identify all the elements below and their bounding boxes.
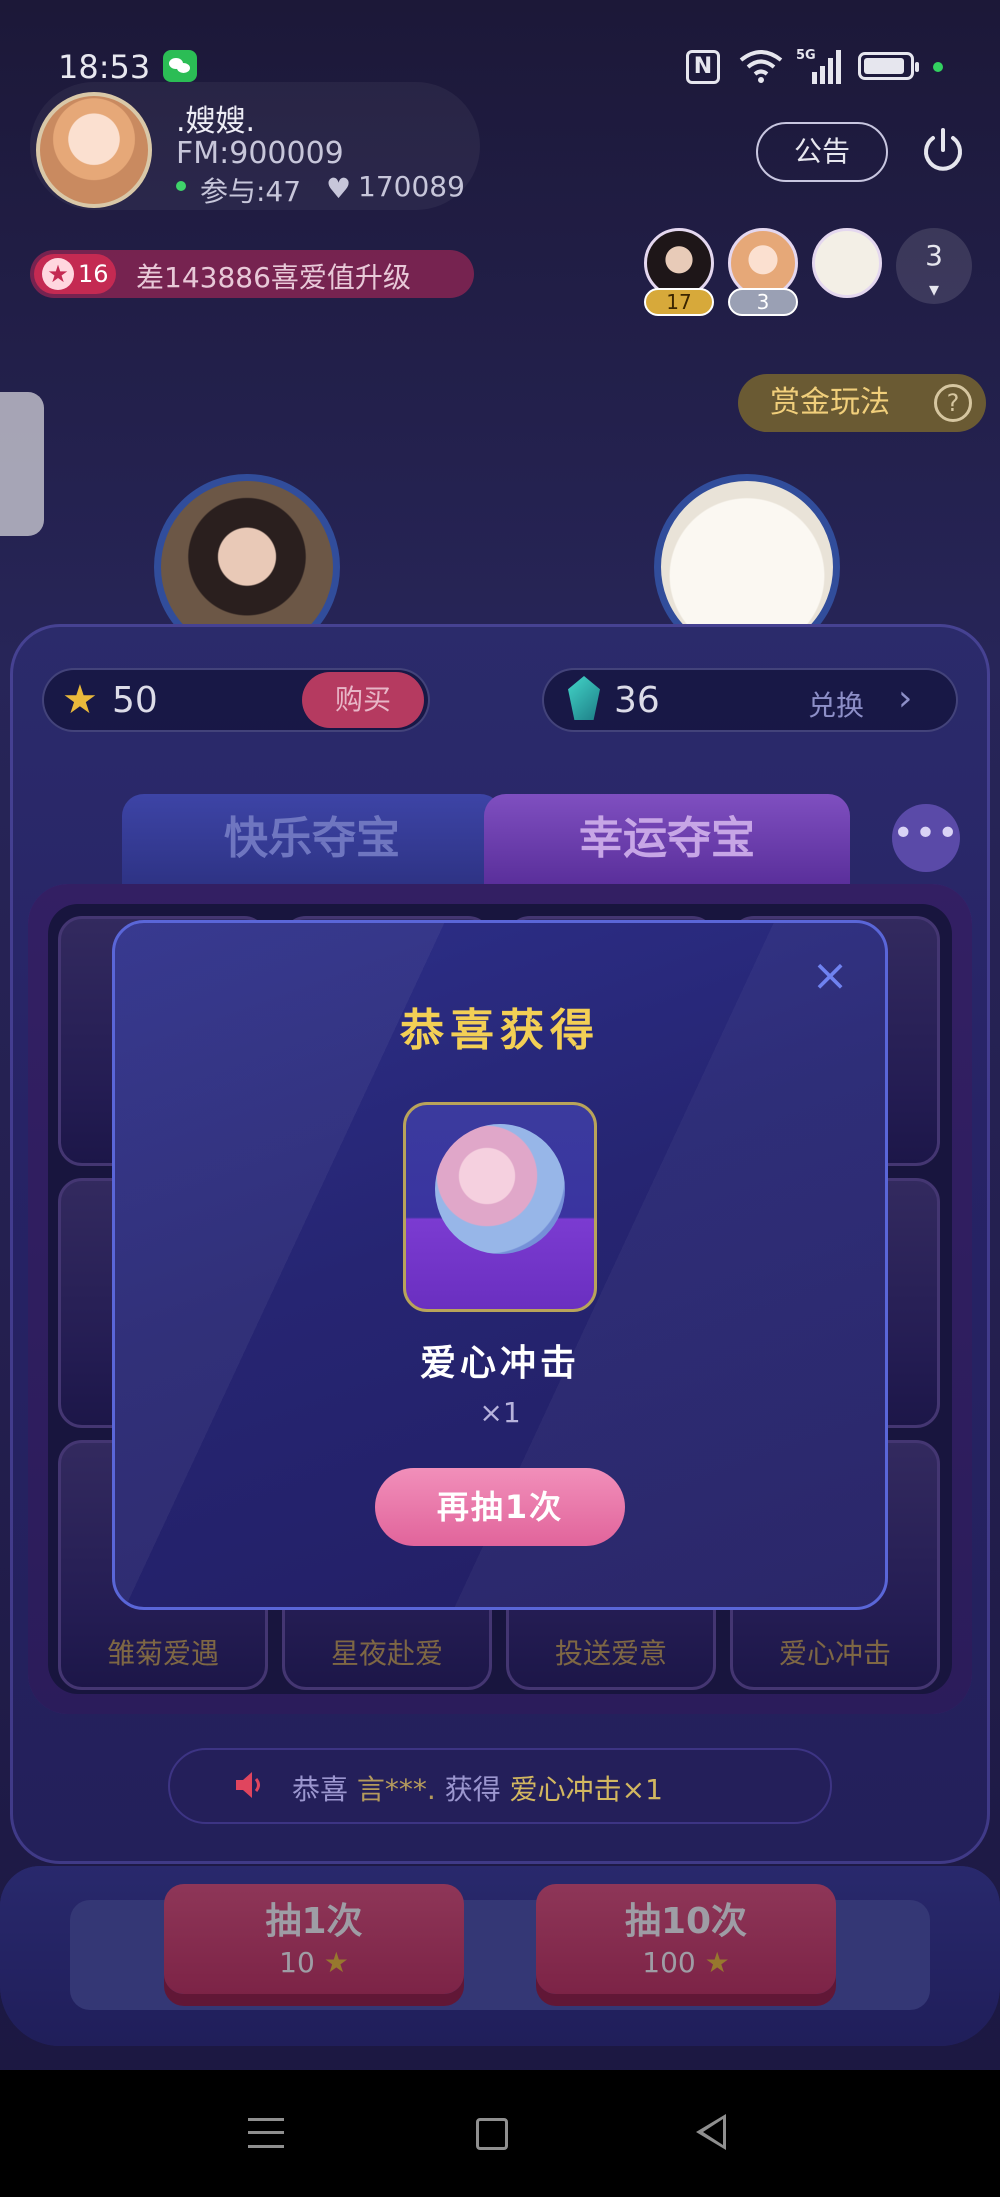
user-rank-badge: 17 — [644, 288, 714, 316]
machine-overlay — [0, 1866, 1000, 2046]
online-dot — [176, 181, 186, 191]
network-type: 5G — [796, 48, 816, 63]
host-name: .嫂嫂. — [176, 104, 256, 139]
wechat-icon — [163, 50, 197, 82]
signal-icon: 5G — [796, 48, 841, 84]
heat-count: 170089 — [358, 170, 465, 203]
charging-indicator — [933, 62, 943, 72]
star-icon: ★ — [42, 258, 74, 290]
help-icon[interactable]: ? — [934, 384, 972, 422]
side-drawer-handle[interactable] — [0, 392, 44, 536]
modal-title: 恭喜获得 — [400, 1005, 600, 1056]
online-more-count: 3 — [925, 239, 943, 272]
power-icon[interactable] — [918, 126, 968, 176]
home-icon[interactable] — [476, 2118, 508, 2150]
draw-again-button[interactable]: 再抽1次 — [375, 1468, 625, 1546]
online-user-avatar[interactable] — [812, 228, 882, 298]
user-rank-badge: 3 — [728, 288, 798, 316]
notice-button[interactable]: 公告 — [756, 122, 888, 182]
online-more-button[interactable]: 3 ▾ — [896, 228, 972, 304]
prize-quantity: ×1 — [479, 1396, 521, 1429]
room-id: FM:900009 — [176, 136, 344, 171]
level-upgrade-text: 差143886喜爱值升级 — [136, 261, 411, 294]
back-icon[interactable] — [696, 2114, 726, 2150]
prize-name: 爱心冲击 — [419, 1343, 580, 1384]
battery-icon — [858, 52, 919, 80]
host-avatar[interactable] — [36, 92, 152, 208]
menu-icon[interactable] — [248, 2118, 284, 2148]
nfc-icon: N — [686, 50, 720, 84]
participant-count: 参与:47 — [200, 175, 302, 208]
status-time: 18:53 — [58, 48, 151, 86]
wifi-icon — [739, 50, 783, 83]
heart-icon: ♥ — [326, 172, 352, 205]
prize-image — [435, 1124, 565, 1254]
